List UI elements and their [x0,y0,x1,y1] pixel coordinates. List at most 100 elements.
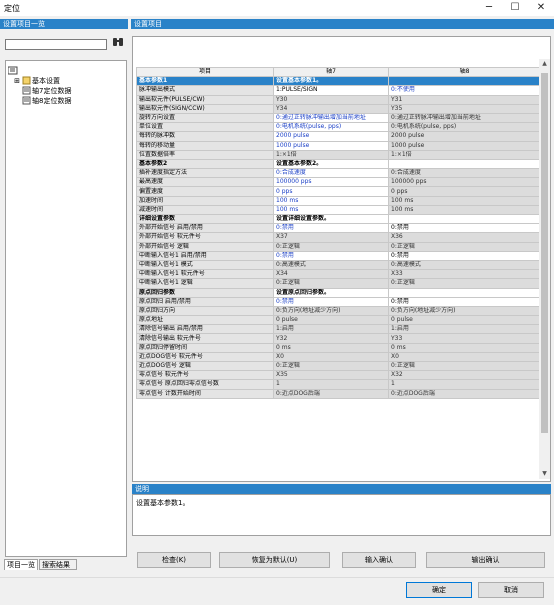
axis7-value[interactable]: 100 ms [273,195,389,206]
axis7-value[interactable]: 100000 pps [273,177,389,188]
parameter-row[interactable]: 原点地址 0 pulse 0 pulse [136,315,541,326]
axis8-value[interactable]: X36 [388,232,541,243]
tab-search-results[interactable]: 搜索结果 [39,559,77,570]
axis8-value[interactable]: Y35 [388,103,541,114]
axis7-value[interactable]: X34 [273,269,389,280]
axis7-value[interactable]: 0:正逻辑 [273,241,389,252]
axis7-value[interactable]: 0 pulse [273,315,389,326]
axis7-value[interactable]: 0 ms [273,342,389,353]
parameter-row[interactable]: 加速时间 100 ms 100 ms [136,195,541,206]
axis8-value[interactable]: 2000 pulse [388,131,541,142]
axis7-value[interactable]: 0:高速模式 [273,259,389,271]
parameter-row[interactable]: 偏置速度 0 pps 0 pps [136,186,541,197]
ok-button[interactable]: 确定 [406,582,472,598]
axis7-value[interactable]: 0:禁用 [273,250,389,261]
axis7-value[interactable]: 1000 pulse [273,140,389,151]
tree-item-basic-settings[interactable]: 基本设置 [32,77,60,86]
category-row[interactable]: 原点回归参数 设置原点回归参数。 [136,287,541,298]
parameter-row[interactable]: 旋转方向设置 0:通过正转脉冲输出增加当前地址 0:通过正转脉冲输出增加当前地址 [136,112,541,124]
tree-item-axis8-data[interactable]: 轴8定位数据 [32,97,71,106]
input-confirm-button[interactable]: 输入确认 [342,552,416,568]
parameter-row[interactable]: 输出软元件(PULSE/CW) Y30 Y31 [136,94,541,105]
category-row[interactable]: 基本参数2 设置基本参数2。 [136,158,541,170]
axis8-value[interactable]: X33 [388,269,541,280]
axis8-value[interactable]: 0:近点DOG后端 [388,388,541,399]
axis7-value[interactable]: 1 [273,379,389,390]
axis8-value[interactable]: 0:禁用 [388,296,541,307]
axis7-value[interactable]: 0:合成速度 [273,168,389,179]
parameter-row[interactable]: 近点DOG信号 软元件号 X0 X0 [136,351,541,363]
minimize-icon[interactable]: ─ [476,0,502,16]
axis7-value[interactable]: Y32 [273,333,389,344]
parameter-row[interactable]: 原点回归停留时间 0 ms 0 ms [136,342,541,353]
parameter-row[interactable]: 外部开始信号 启用/禁用 0:禁用 0:禁用 [136,223,541,234]
category-row[interactable]: 详细设置参数 设置详细设置参数。 [136,213,541,225]
parameter-row[interactable]: 最高速度 100000 pps 100000 pps [136,177,541,188]
scroll-down-icon[interactable]: ▼ [539,469,550,479]
parameter-row[interactable]: 脉冲输出模式 1:PULSE/SIGN 0:不使用 [136,85,541,96]
axis7-value[interactable]: 1:×1倍 [273,149,389,160]
axis8-value[interactable]: X32 [388,370,541,381]
parameter-row[interactable]: 中断输入信号1 软元件号 X34 X33 [136,269,541,280]
parameter-row[interactable]: 位置数据倍率 1:×1倍 1:×1倍 [136,149,541,160]
axis8-value[interactable]: 0 pulse [388,315,541,326]
parameter-row[interactable]: 中断输入信号1 模式 0:高速模式 0:高速模式 [136,259,541,271]
axis8-value[interactable]: 1:启用 [388,324,541,335]
axis8-value[interactable]: 0:不使用 [388,85,541,96]
axis7-value[interactable]: X0 [273,351,389,363]
axis8-value[interactable]: 1:×1倍 [388,149,541,160]
axis7-value[interactable]: 0:近点DOG后端 [273,388,389,399]
parameter-row[interactable]: 零点信号 计数开始时间 0:近点DOG后端 0:近点DOG后端 [136,388,541,399]
scroll-up-icon[interactable]: ▲ [539,59,550,69]
axis8-value[interactable]: 100000 pps [388,177,541,188]
column-header-axis7[interactable]: 轴7 [273,66,389,78]
binoculars-icon[interactable] [111,37,125,51]
parameter-row[interactable]: 零点信号 软元件号 X35 X32 [136,370,541,381]
search-input[interactable] [5,39,107,50]
axis8-value[interactable]: 100 ms [388,204,541,216]
category-name[interactable]: 基本参数1 [136,76,274,87]
tree-root-icon[interactable] [7,66,18,76]
axis8-value[interactable]: 0:高速模式 [388,259,541,271]
axis7-value[interactable]: 0:禁用 [273,223,389,234]
axis8-value[interactable]: 0 ms [388,342,541,353]
axis7-value[interactable]: 0:正逻辑 [273,278,389,289]
parameter-row[interactable]: 中断输入信号1 逻辑 0:正逻辑 0:正逻辑 [136,278,541,289]
output-confirm-button[interactable]: 输出确认 [426,552,545,568]
restore-default-button[interactable]: 恢复为默认(U) [219,552,330,568]
axis7-value[interactable]: 0:负方向(地址减少方向) [273,305,389,317]
axis8-value[interactable]: Y33 [388,333,541,344]
category-row[interactable]: 基本参数1 设置基本参数1。 [136,76,541,87]
column-header-item[interactable]: 项目 [136,66,274,78]
axis7-value[interactable]: 0 pps [273,186,389,197]
parameter-row[interactable]: 零点信号 原点回归零点信号数 1 1 [136,379,541,390]
parameter-row[interactable]: 减速时间 100 ms 100 ms [136,204,541,216]
parameter-row[interactable]: 外部开始信号 软元件号 X37 X36 [136,232,541,243]
parameter-row[interactable]: 近点DOG信号 逻辑 0:正逻辑 0:正逻辑 [136,360,541,372]
axis8-value[interactable]: X0 [388,351,541,363]
category-name[interactable]: 原点回归参数 [136,287,274,298]
axis7-value[interactable]: X35 [273,370,389,381]
vertical-scrollbar[interactable]: ▲ ▼ [539,59,550,479]
parameter-row[interactable]: 插补速度指定方法 0:合成速度 0:合成速度 [136,168,541,179]
check-button[interactable]: 检查(K) [137,552,211,568]
parameter-row[interactable]: 外部开始信号 逻辑 0:正逻辑 0:正逻辑 [136,241,541,252]
axis8-value[interactable]: 0:通过正转脉冲输出增加当前地址 [388,112,541,124]
axis7-value[interactable]: 2000 pulse [273,131,389,142]
axis8-value[interactable]: 0:电机系统(pulse, pps) [388,122,541,133]
axis8-value[interactable]: 0:正逻辑 [388,241,541,252]
axis7-value[interactable]: 0:通过正转脉冲输出增加当前地址 [273,112,389,124]
axis7-value[interactable]: 0:电机系统(pulse, pps) [273,122,389,133]
column-header-axis8[interactable]: 轴8 [388,66,541,78]
category-name[interactable]: 基本参数2 [136,158,274,170]
axis7-value[interactable]: Y34 [273,103,389,114]
axis7-value[interactable]: 100 ms [273,204,389,216]
axis7-value[interactable]: 0:正逻辑 [273,360,389,372]
parameter-row[interactable]: 每转的脉冲数 2000 pulse 2000 pulse [136,131,541,142]
axis8-value[interactable]: 100 ms [388,195,541,206]
axis8-value[interactable]: 1000 pulse [388,140,541,151]
maximize-icon[interactable]: ☐ [502,0,528,16]
tab-item-list[interactable]: 项目一览 [4,559,38,570]
axis8-value[interactable]: 0:正逻辑 [388,360,541,372]
axis8-value[interactable]: 0:禁用 [388,250,541,261]
